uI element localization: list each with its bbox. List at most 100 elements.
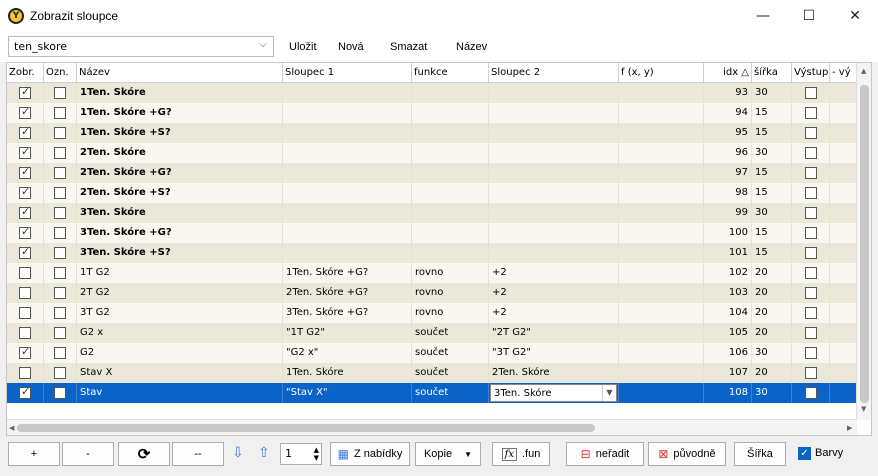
- mark-cell[interactable]: [44, 183, 77, 203]
- copy-dropdown[interactable]: Kopie ▼: [415, 442, 481, 466]
- mark-cell[interactable]: [44, 263, 77, 283]
- column2-cell[interactable]: [489, 83, 619, 103]
- column2-cell[interactable]: [489, 103, 619, 123]
- table-row[interactable]: 1Ten. Skóre +G? 9415: [7, 103, 857, 123]
- function-cell[interactable]: [412, 83, 489, 103]
- column2-cell[interactable]: 3Ten. Skóre ▼: [489, 383, 619, 403]
- function-cell[interactable]: [412, 143, 489, 163]
- table-row[interactable]: Stav X 1Ten. Skóre součet 2Ten. Skóre 107 20: [7, 363, 857, 383]
- column-header[interactable]: šířka: [752, 63, 792, 83]
- idx-cell[interactable]: 98: [704, 183, 752, 203]
- column-header[interactable]: f (x, y): [619, 63, 704, 83]
- column1-cell[interactable]: [283, 103, 412, 123]
- width-cell[interactable]: 15: [752, 123, 792, 143]
- width-cell[interactable]: 15: [752, 183, 792, 203]
- table-row[interactable]: 1Ten. Skóre 9330: [7, 83, 857, 103]
- vertical-scroll-thumb[interactable]: [860, 85, 869, 403]
- column2-cell[interactable]: [489, 203, 619, 223]
- column1-cell[interactable]: [283, 223, 412, 243]
- width-cell[interactable]: 30: [752, 83, 792, 103]
- idx-cell[interactable]: 99: [704, 203, 752, 223]
- from-menu-button[interactable]: ▦ Z nabídky: [330, 442, 410, 466]
- width-cell[interactable]: 15: [752, 223, 792, 243]
- mark-checkbox[interactable]: [54, 287, 66, 299]
- column2-editor[interactable]: 3Ten. Skóre ▼: [490, 384, 617, 402]
- function-cell[interactable]: [412, 223, 489, 243]
- show-checkbox[interactable]: [19, 125, 31, 139]
- extra-cell[interactable]: [830, 83, 857, 103]
- output-cell[interactable]: [792, 103, 830, 123]
- fxy-cell[interactable]: [619, 103, 704, 123]
- show-cell[interactable]: [7, 223, 44, 243]
- mark-cell[interactable]: [44, 163, 77, 183]
- function-cell[interactable]: součet: [412, 323, 489, 343]
- move-down-icon[interactable]: ⇩: [232, 445, 244, 461]
- output-checkbox[interactable]: [805, 187, 817, 199]
- output-cell[interactable]: [792, 83, 830, 103]
- stepper-down-icon[interactable]: ▼: [314, 455, 319, 462]
- show-cell[interactable]: [7, 263, 44, 283]
- function-cell[interactable]: součet: [412, 343, 489, 363]
- mark-cell[interactable]: [44, 143, 77, 163]
- name-cell[interactable]: 1Ten. Skóre +S?: [77, 123, 283, 143]
- idx-cell[interactable]: 97: [704, 163, 752, 183]
- idx-cell[interactable]: 106: [704, 343, 752, 363]
- name-cell[interactable]: 2Ten. Skóre +S?: [77, 183, 283, 203]
- mark-checkbox[interactable]: [54, 87, 66, 99]
- extra-cell[interactable]: [830, 223, 857, 243]
- mark-cell[interactable]: [44, 343, 77, 363]
- table-row[interactable]: 2Ten. Skóre +G? 9715: [7, 163, 857, 183]
- column2-cell[interactable]: +2: [489, 283, 619, 303]
- output-checkbox[interactable]: [805, 267, 817, 279]
- original-button[interactable]: ⊠ původně: [648, 442, 726, 466]
- width-cell[interactable]: 15: [752, 243, 792, 263]
- name-cell[interactable]: 3T G2: [77, 303, 283, 323]
- mark-checkbox[interactable]: [54, 327, 66, 339]
- mark-cell[interactable]: [44, 363, 77, 383]
- column1-cell[interactable]: 1Ten. Skóre +G?: [283, 263, 412, 283]
- fxy-cell[interactable]: [619, 183, 704, 203]
- show-cell[interactable]: [7, 183, 44, 203]
- width-cell[interactable]: 20: [752, 363, 792, 383]
- fxy-cell[interactable]: [619, 283, 704, 303]
- column1-cell[interactable]: "G2 x": [283, 343, 412, 363]
- mark-checkbox[interactable]: [54, 367, 66, 379]
- mark-checkbox[interactable]: [54, 347, 66, 359]
- function-cell[interactable]: rovno: [412, 263, 489, 283]
- idx-cell[interactable]: 102: [704, 263, 752, 283]
- scroll-right-icon[interactable]: ▶: [847, 424, 852, 432]
- mark-checkbox[interactable]: [54, 187, 66, 199]
- mark-cell[interactable]: [44, 383, 77, 403]
- move-up-icon[interactable]: ⇧: [258, 445, 270, 461]
- width-cell[interactable]: 20: [752, 263, 792, 283]
- output-cell[interactable]: [792, 143, 830, 163]
- column2-cell[interactable]: [489, 143, 619, 163]
- close-button[interactable]: ✕: [832, 0, 878, 32]
- idx-cell[interactable]: 95: [704, 123, 752, 143]
- show-checkbox[interactable]: [19, 307, 31, 319]
- show-checkbox[interactable]: [19, 267, 31, 279]
- table-row[interactable]: 2T G2 2Ten. Skóre +G? rovno +2 103 20: [7, 283, 857, 303]
- fxy-cell[interactable]: [619, 243, 704, 263]
- fxy-cell[interactable]: [619, 263, 704, 283]
- name-cell[interactable]: G2: [77, 343, 283, 363]
- name-cell[interactable]: 2Ten. Skóre: [77, 143, 283, 163]
- show-checkbox[interactable]: [19, 85, 31, 99]
- show-cell[interactable]: [7, 343, 44, 363]
- remove-button[interactable]: -: [62, 442, 114, 466]
- function-cell[interactable]: [412, 243, 489, 263]
- name-cell[interactable]: 1Ten. Skóre: [77, 83, 283, 103]
- table-row[interactable]: Stav"Stav X"součet 3Ten. Skóre ▼ 10830: [7, 383, 857, 403]
- mark-checkbox[interactable]: [54, 127, 66, 139]
- position-stepper[interactable]: 1 ▲ ▼: [280, 443, 322, 465]
- function-cell[interactable]: [412, 123, 489, 143]
- idx-cell[interactable]: 108: [704, 383, 752, 403]
- mark-cell[interactable]: [44, 123, 77, 143]
- function-button[interactable]: fx .fun: [492, 442, 550, 466]
- fxy-cell[interactable]: [619, 303, 704, 323]
- idx-cell[interactable]: 105: [704, 323, 752, 343]
- show-cell[interactable]: [7, 363, 44, 383]
- output-cell[interactable]: [792, 383, 830, 403]
- output-checkbox[interactable]: [805, 327, 817, 339]
- table-row[interactable]: 2Ten. Skóre +S? 9815: [7, 183, 857, 203]
